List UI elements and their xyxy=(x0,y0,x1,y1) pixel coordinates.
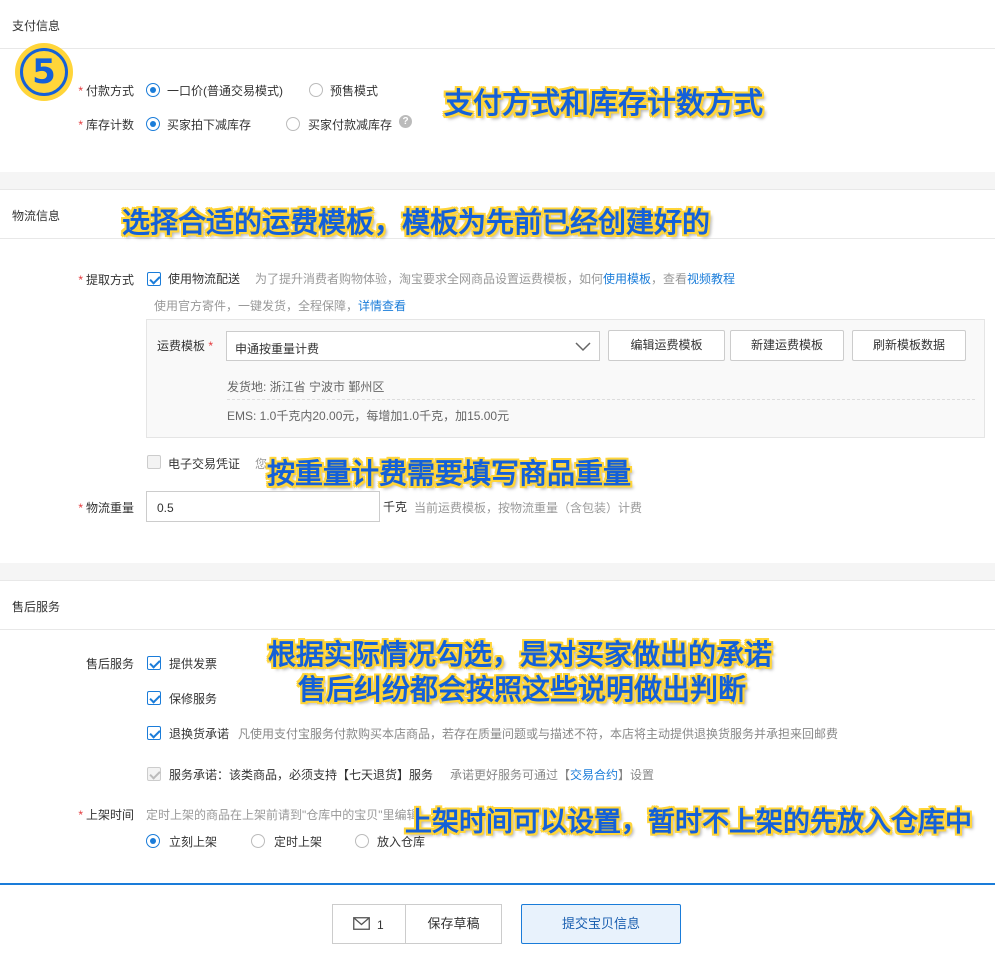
radio-stock-on-order[interactable] xyxy=(146,117,160,131)
footer-divider xyxy=(0,883,995,885)
promise-label: 服务承诺：该类商品，必须支持【七天退货】服务 xyxy=(169,766,433,783)
invoice-label[interactable]: 提供发票 xyxy=(169,655,217,672)
radio-shelf-now[interactable] xyxy=(146,834,160,848)
return-hint: 凡使用支付宝服务付款购买本店商品，若存在质量问题或与描述不符，本店将主动提供退换… xyxy=(238,725,838,742)
divider xyxy=(227,399,975,400)
section-title: 售后服务 xyxy=(12,598,60,615)
radio-shelf-warehouse[interactable] xyxy=(355,834,369,848)
template-hint: 为了提升消费者购物体验，淘宝要求全网商品设置运费模板，如何使用模板，查看视频教程 xyxy=(255,270,735,287)
radio-presale[interactable] xyxy=(309,83,323,97)
annotation-shelf: 上架时间可以设置，暂时不上架的先放入仓库中 xyxy=(405,800,972,839)
promise-checkbox xyxy=(147,767,161,781)
aftersale-section-header: 售后服务 xyxy=(0,580,995,630)
section-gap xyxy=(0,172,995,189)
refresh-template-button[interactable]: 刷新模板数据 xyxy=(852,330,966,361)
radio-shelf-now-label[interactable]: 立刻上架 xyxy=(169,833,217,850)
radio-stock-on-pay[interactable] xyxy=(286,117,300,131)
save-draft-button[interactable]: 保存草稿 xyxy=(405,904,502,944)
pay-method-label: *付款方式 xyxy=(60,82,134,99)
submit-button[interactable]: 提交宝贝信息 xyxy=(521,904,681,944)
e-voucher-checkbox[interactable] xyxy=(147,455,161,469)
payment-section-header: 支付信息 xyxy=(0,0,995,49)
official-ship-hint: 使用官方寄件，一键发货，全程保障，详情查看 xyxy=(154,297,406,314)
template-select[interactable]: 申通按重量计费 xyxy=(226,331,600,361)
pickup-label: *提取方式 xyxy=(60,271,134,288)
ems-rule: EMS: 1.0千克内20.00元，每增加1.0千克，加15.00元 xyxy=(227,407,509,424)
weight-input[interactable]: 0.5 xyxy=(146,491,380,522)
radio-shelf-scheduled[interactable] xyxy=(251,834,265,848)
return-label[interactable]: 退换货承诺 xyxy=(169,725,229,742)
weight-hint: 当前运费模板，按物流重量（含包装）计费 xyxy=(414,499,642,516)
chevron-down-icon xyxy=(575,340,591,352)
video-tutorial-link[interactable]: 视频教程 xyxy=(687,272,735,286)
template-label: 运费模板 * xyxy=(157,337,216,354)
use-logistics-checkbox[interactable] xyxy=(147,272,161,286)
template-select-value: 申通按重量计费 xyxy=(235,340,319,357)
annotation-payment: 支付方式和库存计数方式 xyxy=(444,80,763,122)
envelope-icon xyxy=(353,917,370,930)
radio-fixed-price-label[interactable]: 一口价(普通交易模式) xyxy=(167,82,283,99)
template-panel: 运费模板 * 申通按重量计费 编辑运费模板 新建运费模板 刷新模板数据 发货地:… xyxy=(146,319,985,438)
shelf-hint: 定时上架的商品在上架前请到"仓库中的宝贝"里编辑 xyxy=(146,806,419,823)
service-label: 售后服务 xyxy=(60,655,134,672)
warranty-label[interactable]: 保修服务 xyxy=(169,690,217,707)
edit-template-button[interactable]: 编辑运费模板 xyxy=(608,330,725,361)
ship-from: 发货地: 浙江省 宁波市 鄞州区 xyxy=(227,378,384,395)
section-title: 支付信息 xyxy=(12,17,60,34)
new-template-button[interactable]: 新建运费模板 xyxy=(730,330,844,361)
return-checkbox[interactable] xyxy=(147,726,161,740)
contract-link[interactable]: 交易合约 xyxy=(570,768,618,782)
radio-presale-label[interactable]: 预售模式 xyxy=(330,82,378,99)
use-logistics-label[interactable]: 使用物流配送 xyxy=(168,270,240,287)
annotation-service-1: 根据实际情况勾选，是对买家做出的承诺 xyxy=(268,633,772,673)
annotation-weight: 按重量计费需要填写商品重量 xyxy=(267,452,631,492)
invoice-checkbox[interactable] xyxy=(147,656,161,670)
weight-unit: 千克 xyxy=(383,498,407,515)
message-count: 1 xyxy=(377,918,384,932)
stock-label: *库存计数 xyxy=(60,116,134,133)
promise-hint: 承诺更好服务可通过【交易合约】设置 xyxy=(450,766,654,783)
e-voucher-hint: 您 xyxy=(255,455,267,472)
use-template-link[interactable]: 使用模板 xyxy=(603,272,651,286)
radio-stock-on-order-label[interactable]: 买家拍下减库存 xyxy=(167,116,251,133)
annotation-template: 选择合适的运费模板，模板为先前已经创建好的 xyxy=(122,201,710,241)
question-icon[interactable]: ? xyxy=(399,115,412,128)
warranty-checkbox[interactable] xyxy=(147,691,161,705)
e-voucher-label[interactable]: 电子交易凭证 xyxy=(168,455,240,472)
radio-fixed-price[interactable] xyxy=(146,83,160,97)
section-gap xyxy=(0,563,995,580)
radio-stock-on-pay-label[interactable]: 买家付款减库存 xyxy=(308,116,392,133)
details-link[interactable]: 详情查看 xyxy=(358,299,406,313)
weight-label: *物流重量 xyxy=(60,499,134,516)
shelf-label: *上架时间 xyxy=(60,806,134,823)
annotation-service-2: 售后纠纷都会按照这些说明做出判断 xyxy=(298,668,746,708)
section-title: 物流信息 xyxy=(12,207,60,224)
radio-shelf-scheduled-label[interactable]: 定时上架 xyxy=(274,833,322,850)
message-button[interactable]: 1 xyxy=(332,904,406,944)
